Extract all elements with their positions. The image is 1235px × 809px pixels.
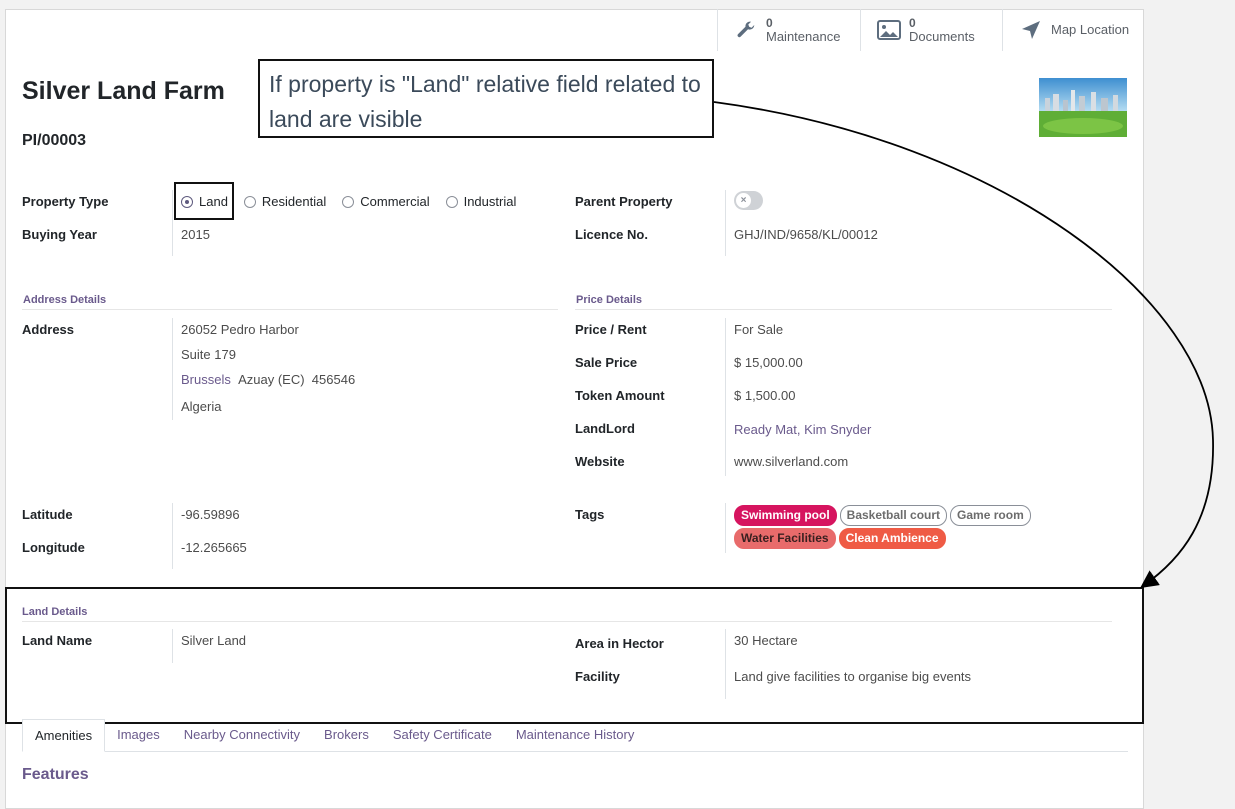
tab-images[interactable]: Images: [105, 719, 172, 752]
tab-brokers[interactable]: Brokers: [312, 719, 381, 752]
notebook-tabs: Amenities Images Nearby Connectivity Broker…: [22, 719, 646, 752]
tab-nearby-connectivity[interactable]: Nearby Connectivity: [172, 719, 312, 752]
annotation-arrow: [713, 101, 1214, 589]
tab-safety-certificate[interactable]: Safety Certificate: [381, 719, 504, 752]
tab-amenities[interactable]: Amenities: [22, 719, 106, 752]
tab-maintenance-history[interactable]: Maintenance History: [504, 719, 647, 752]
features-heading: Features: [22, 766, 89, 783]
